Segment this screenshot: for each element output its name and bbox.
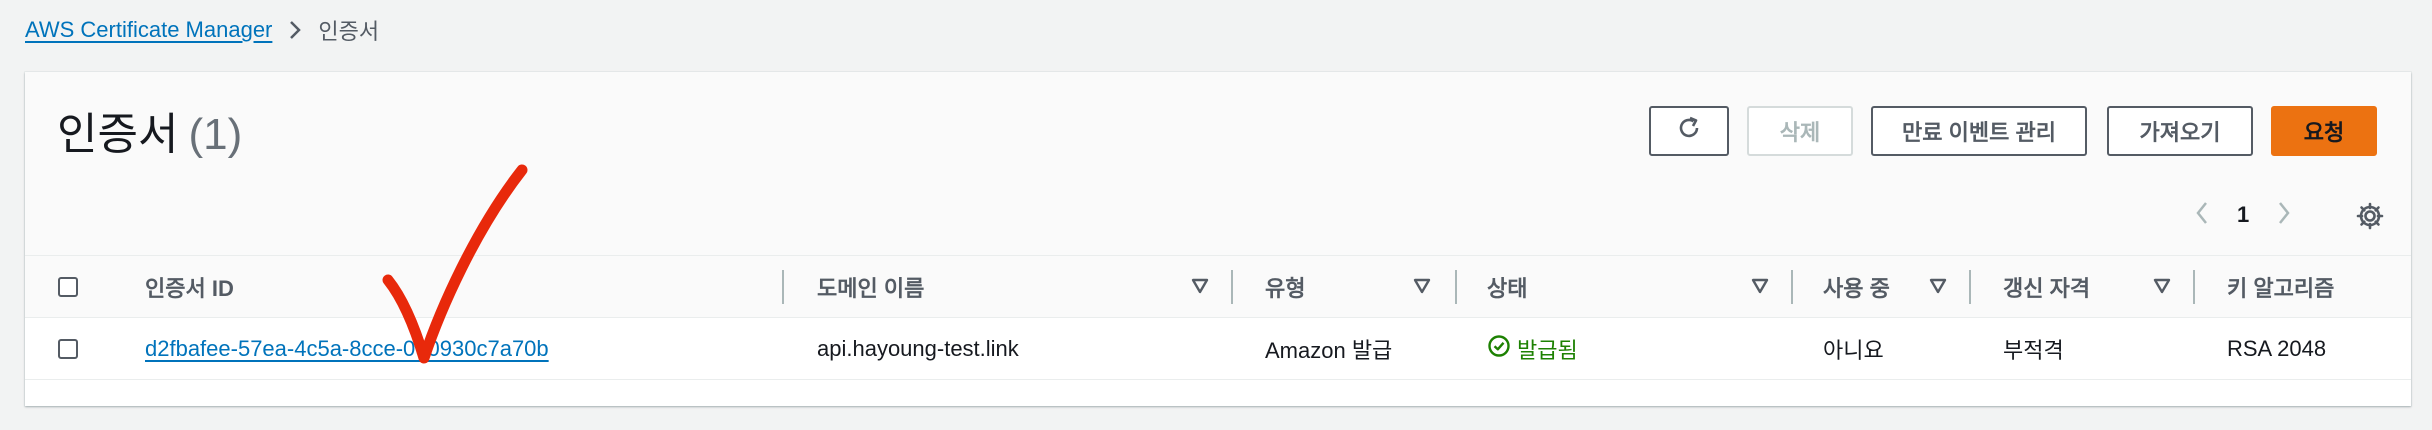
pagination: 1: [2195, 190, 2291, 240]
certificate-id-link[interactable]: d2fbafee-57ea-4c5a-8cce-090930c7a70b: [145, 336, 549, 362]
sort-triangle-icon[interactable]: [1413, 278, 1431, 299]
page-title-text: 인증서: [57, 110, 179, 159]
column-divider[interactable]: [1791, 270, 1793, 304]
column-header-renewal-eligibility[interactable]: 갱신 자격: [2003, 256, 2090, 318]
domain-name-cell: api.hayoung-test.link: [817, 336, 1019, 361]
import-button[interactable]: 가져오기: [2107, 106, 2253, 156]
column-header-key-algorithm[interactable]: 키 알고리즘: [2227, 256, 2334, 318]
panel-header: 인증서 (1) 삭제 만료 이벤트 관리 가져오기 요청 1: [25, 72, 2411, 256]
row-select-checkbox[interactable]: [58, 339, 78, 359]
request-button[interactable]: 요청: [2271, 106, 2377, 156]
check-circle-icon: [1487, 334, 1511, 364]
refresh-button[interactable]: [1649, 106, 1729, 156]
table-row: d2fbafee-57ea-4c5a-8cce-090930c7a70b api…: [25, 318, 2411, 380]
column-divider[interactable]: [1455, 270, 1457, 304]
breadcrumb-current: 인증서: [318, 19, 380, 44]
column-header-in-use[interactable]: 사용 중: [1823, 256, 1890, 318]
renewal-eligibility-cell: 부적격: [2003, 338, 2064, 363]
in-use-cell: 아니요: [1823, 338, 1884, 363]
delete-button[interactable]: 삭제: [1747, 106, 1853, 156]
sort-triangle-icon[interactable]: [1191, 278, 1209, 299]
status-text: 발급됨: [1517, 338, 1578, 363]
key-algorithm-cell: RSA 2048: [2227, 336, 2327, 361]
page-title: 인증서 (1): [57, 98, 242, 162]
chevron-right-icon: [288, 19, 302, 41]
sort-triangle-icon[interactable]: [2153, 278, 2171, 299]
chevron-right-icon[interactable]: [2277, 200, 2291, 231]
breadcrumb: AWS Certificate Manager 인증서: [25, 14, 379, 46]
column-divider[interactable]: [1969, 270, 1971, 304]
sort-triangle-icon[interactable]: [1751, 278, 1769, 299]
status-cell: 발급됨: [1487, 318, 1578, 380]
gear-icon[interactable]: [2355, 201, 2385, 236]
column-header-certificate-id[interactable]: 인증서 ID: [145, 256, 234, 318]
table-header: 인증서 ID 도메인 이름 유형 상태 사용 중 갱신 자격 키 알고리즘: [25, 256, 2411, 318]
manage-expiry-events-button[interactable]: 만료 이벤트 관리: [1871, 106, 2087, 156]
column-header-domain-name[interactable]: 도메인 이름: [817, 256, 924, 318]
breadcrumb-link-acm[interactable]: AWS Certificate Manager: [25, 17, 272, 43]
refresh-icon: [1675, 114, 1703, 148]
column-divider[interactable]: [782, 270, 784, 304]
chevron-left-icon[interactable]: [2195, 200, 2209, 231]
column-divider[interactable]: [2193, 270, 2195, 304]
select-all-checkbox[interactable]: [58, 277, 78, 297]
type-cell: Amazon 발급: [1265, 338, 1393, 363]
status-badge: 발급됨: [1487, 333, 1578, 365]
certificates-panel: 인증서 (1) 삭제 만료 이벤트 관리 가져오기 요청 1 인증서 ID 도메…: [25, 72, 2411, 406]
page-number[interactable]: 1: [2237, 202, 2249, 228]
sort-triangle-icon[interactable]: [1929, 278, 1947, 299]
certificate-id-cell: d2fbafee-57ea-4c5a-8cce-090930c7a70b: [145, 318, 549, 380]
column-header-type[interactable]: 유형: [1265, 256, 1305, 318]
column-divider[interactable]: [1231, 270, 1233, 304]
column-header-status[interactable]: 상태: [1487, 256, 1527, 318]
certificate-count: (1): [188, 110, 243, 159]
